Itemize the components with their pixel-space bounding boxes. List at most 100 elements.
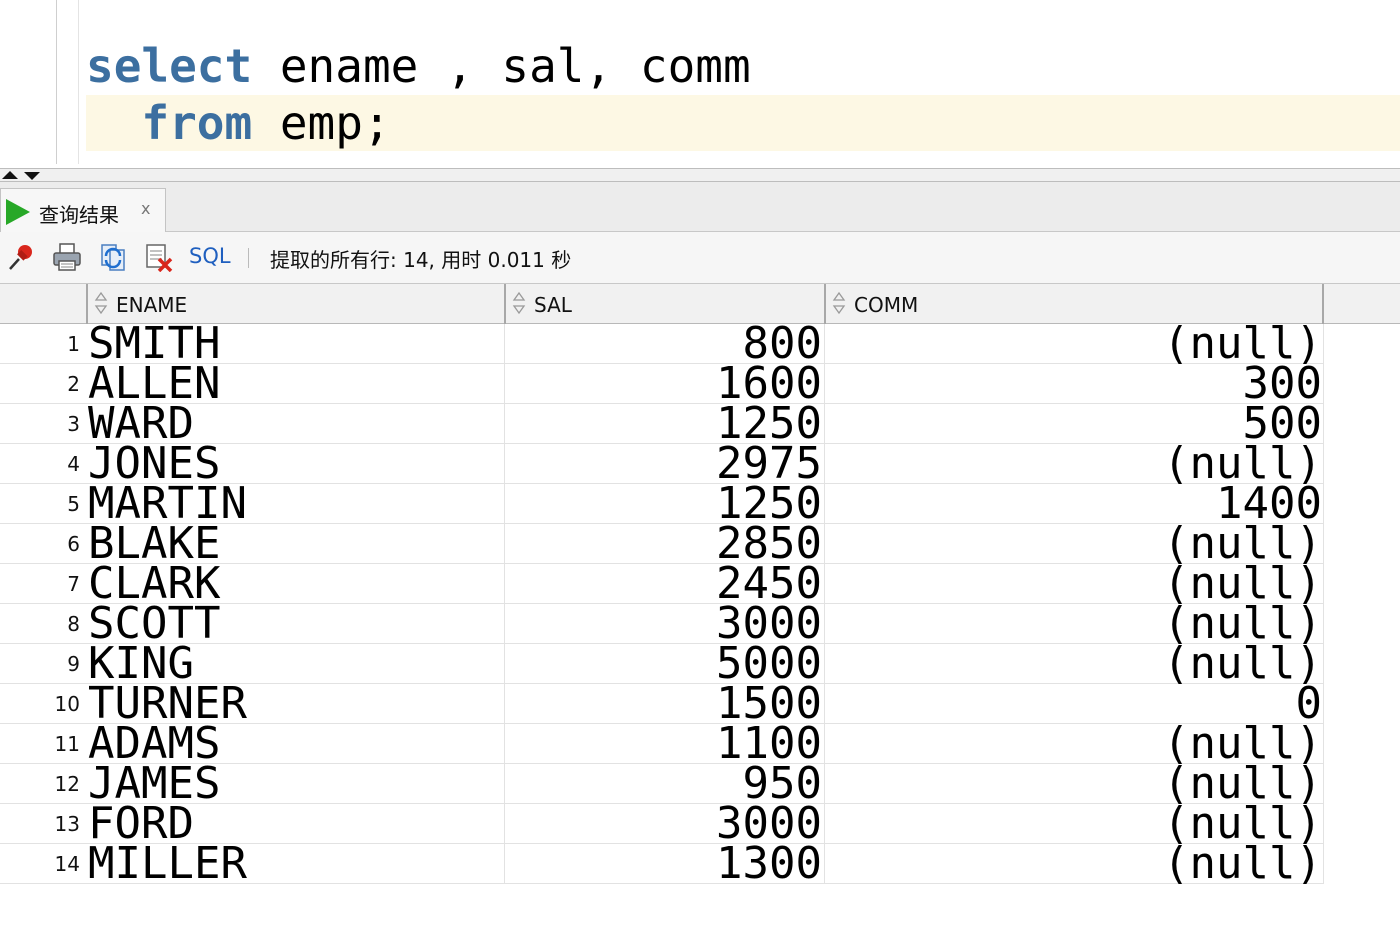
- cell-sal[interactable]: 1250: [506, 404, 822, 444]
- cell-sal[interactable]: 1250: [506, 484, 822, 524]
- sort-icon[interactable]: [832, 291, 846, 315]
- column-header-label: ENAME: [116, 293, 188, 317]
- column-header-label: COMM: [854, 293, 919, 317]
- cell-ename[interactable]: WARD: [88, 404, 502, 444]
- code-line-2-current[interactable]: from emp;: [86, 95, 1400, 151]
- cell-ename[interactable]: SCOTT: [88, 604, 502, 644]
- column-header-sal[interactable]: SAL: [504, 284, 824, 324]
- cell-comm[interactable]: (null): [826, 724, 1322, 764]
- table-row[interactable]: 4 JONES 2975 (null): [0, 444, 1324, 484]
- cell-sal[interactable]: 1500: [506, 684, 822, 724]
- cell-ename[interactable]: SMITH: [88, 324, 502, 364]
- table-row[interactable]: 2 ALLEN 1600 300: [0, 364, 1324, 404]
- table-row[interactable]: 9 KING 5000 (null): [0, 644, 1324, 684]
- table-row[interactable]: 10 TURNER 1500 0: [0, 684, 1324, 724]
- column-header-label: SAL: [534, 293, 572, 317]
- results-grid-header: ENAME SAL COMM: [0, 284, 1400, 324]
- pin-icon[interactable]: [6, 242, 36, 272]
- cell-ename[interactable]: MILLER: [88, 844, 502, 884]
- code-line-1-text: ename , sal, comm: [252, 39, 751, 93]
- cell-comm[interactable]: (null): [826, 844, 1322, 884]
- cell-ename[interactable]: BLAKE: [88, 524, 502, 564]
- sql-keyword-from: from: [141, 96, 253, 150]
- table-row[interactable]: 14 MILLER 1300 (null): [0, 844, 1324, 884]
- tab-query-results[interactable]: 查询结果 x: [0, 188, 166, 232]
- cell-sal[interactable]: 2975: [506, 444, 822, 484]
- cell-comm[interactable]: (null): [826, 644, 1322, 684]
- row-number: 9: [67, 652, 80, 676]
- cell-comm[interactable]: (null): [826, 324, 1322, 364]
- sort-icon[interactable]: [94, 291, 108, 315]
- cell-comm[interactable]: 1400: [826, 484, 1322, 524]
- cell-sal[interactable]: 5000: [506, 644, 822, 684]
- cell-sal[interactable]: 1600: [506, 364, 822, 404]
- cell-comm[interactable]: (null): [826, 524, 1322, 564]
- cell-comm[interactable]: (null): [826, 444, 1322, 484]
- sql-keyword-select: select: [86, 39, 253, 93]
- table-row[interactable]: 6 BLAKE 2850 (null): [0, 524, 1324, 564]
- row-number: 2: [67, 372, 80, 396]
- cell-ename[interactable]: JAMES: [88, 764, 502, 804]
- editor-margin-border: [78, 0, 79, 164]
- toolbar-divider: [248, 248, 249, 268]
- row-number: 7: [67, 572, 80, 596]
- table-row[interactable]: 7 CLARK 2450 (null): [0, 564, 1324, 604]
- cell-ename[interactable]: CLARK: [88, 564, 502, 604]
- row-number: 10: [54, 692, 80, 716]
- code-line-2-indent: [86, 96, 141, 150]
- table-row[interactable]: 1 SMITH 800 (null): [0, 324, 1324, 364]
- sql-editor[interactable]: select ename , sal, comm from emp;: [0, 0, 1400, 168]
- cell-comm[interactable]: (null): [826, 564, 1322, 604]
- cell-comm[interactable]: (null): [826, 604, 1322, 644]
- table-row[interactable]: 12 JAMES 950 (null): [0, 764, 1324, 804]
- splitter-up-arrow-icon[interactable]: [2, 171, 18, 179]
- refresh-icon[interactable]: [98, 242, 128, 272]
- clear-icon[interactable]: [144, 242, 174, 272]
- table-row[interactable]: 3 WARD 1250 500: [0, 404, 1324, 444]
- code-line-2-text: emp;: [252, 96, 391, 150]
- table-row[interactable]: 5 MARTIN 1250 1400: [0, 484, 1324, 524]
- sql-button[interactable]: SQL: [189, 244, 231, 268]
- cell-sal[interactable]: 3000: [506, 804, 822, 844]
- splitter-down-arrow-icon[interactable]: [24, 172, 40, 180]
- row-number: 4: [67, 452, 80, 476]
- pane-splitter[interactable]: [0, 168, 1400, 182]
- row-number: 6: [67, 532, 80, 556]
- sort-icon[interactable]: [512, 291, 526, 315]
- editor-gutter-border: [56, 0, 57, 164]
- cell-ename[interactable]: TURNER: [88, 684, 502, 724]
- run-triangle-icon: [6, 199, 30, 225]
- cell-ename[interactable]: MARTIN: [88, 484, 502, 524]
- cell-ename[interactable]: KING: [88, 644, 502, 684]
- results-toolbar: SQL 提取的所有行: 14, 用时 0.011 秒: [0, 232, 1400, 284]
- code-line-1[interactable]: select ename , sal, comm: [86, 38, 751, 94]
- table-row[interactable]: 13 FORD 3000 (null): [0, 804, 1324, 844]
- cell-sal[interactable]: 800: [506, 324, 822, 364]
- cell-sal[interactable]: 950: [506, 764, 822, 804]
- table-row[interactable]: 11 ADAMS 1100 (null): [0, 724, 1324, 764]
- cell-ename[interactable]: ALLEN: [88, 364, 502, 404]
- cell-comm[interactable]: (null): [826, 804, 1322, 844]
- cell-comm[interactable]: 0: [826, 684, 1323, 724]
- cell-ename[interactable]: FORD: [88, 804, 502, 844]
- cell-sal[interactable]: 2850: [506, 524, 822, 564]
- cell-ename[interactable]: ADAMS: [88, 724, 502, 764]
- close-icon[interactable]: x: [141, 199, 150, 218]
- results-grid-body: 1 SMITH 800 (null) 2 ALLEN 1600 300 3 WA…: [0, 324, 1324, 884]
- column-header-ename[interactable]: ENAME: [86, 284, 504, 324]
- cell-sal[interactable]: 3000: [506, 604, 822, 644]
- cell-ename[interactable]: JONES: [88, 444, 502, 484]
- cell-sal[interactable]: 1300: [506, 844, 822, 884]
- cell-comm[interactable]: 300: [826, 364, 1322, 404]
- row-number: 3: [67, 412, 80, 436]
- row-number: 14: [54, 852, 80, 876]
- print-icon[interactable]: [52, 242, 82, 272]
- cell-comm[interactable]: 500: [826, 404, 1322, 444]
- row-number: 11: [54, 732, 80, 756]
- column-header-comm[interactable]: COMM: [824, 284, 1324, 324]
- cell-sal[interactable]: 1100: [506, 724, 822, 764]
- cell-comm[interactable]: (null): [826, 764, 1322, 804]
- results-tabbar: 查询结果 x: [0, 182, 1400, 232]
- table-row[interactable]: 8 SCOTT 3000 (null): [0, 604, 1324, 644]
- cell-sal[interactable]: 2450: [506, 564, 822, 604]
